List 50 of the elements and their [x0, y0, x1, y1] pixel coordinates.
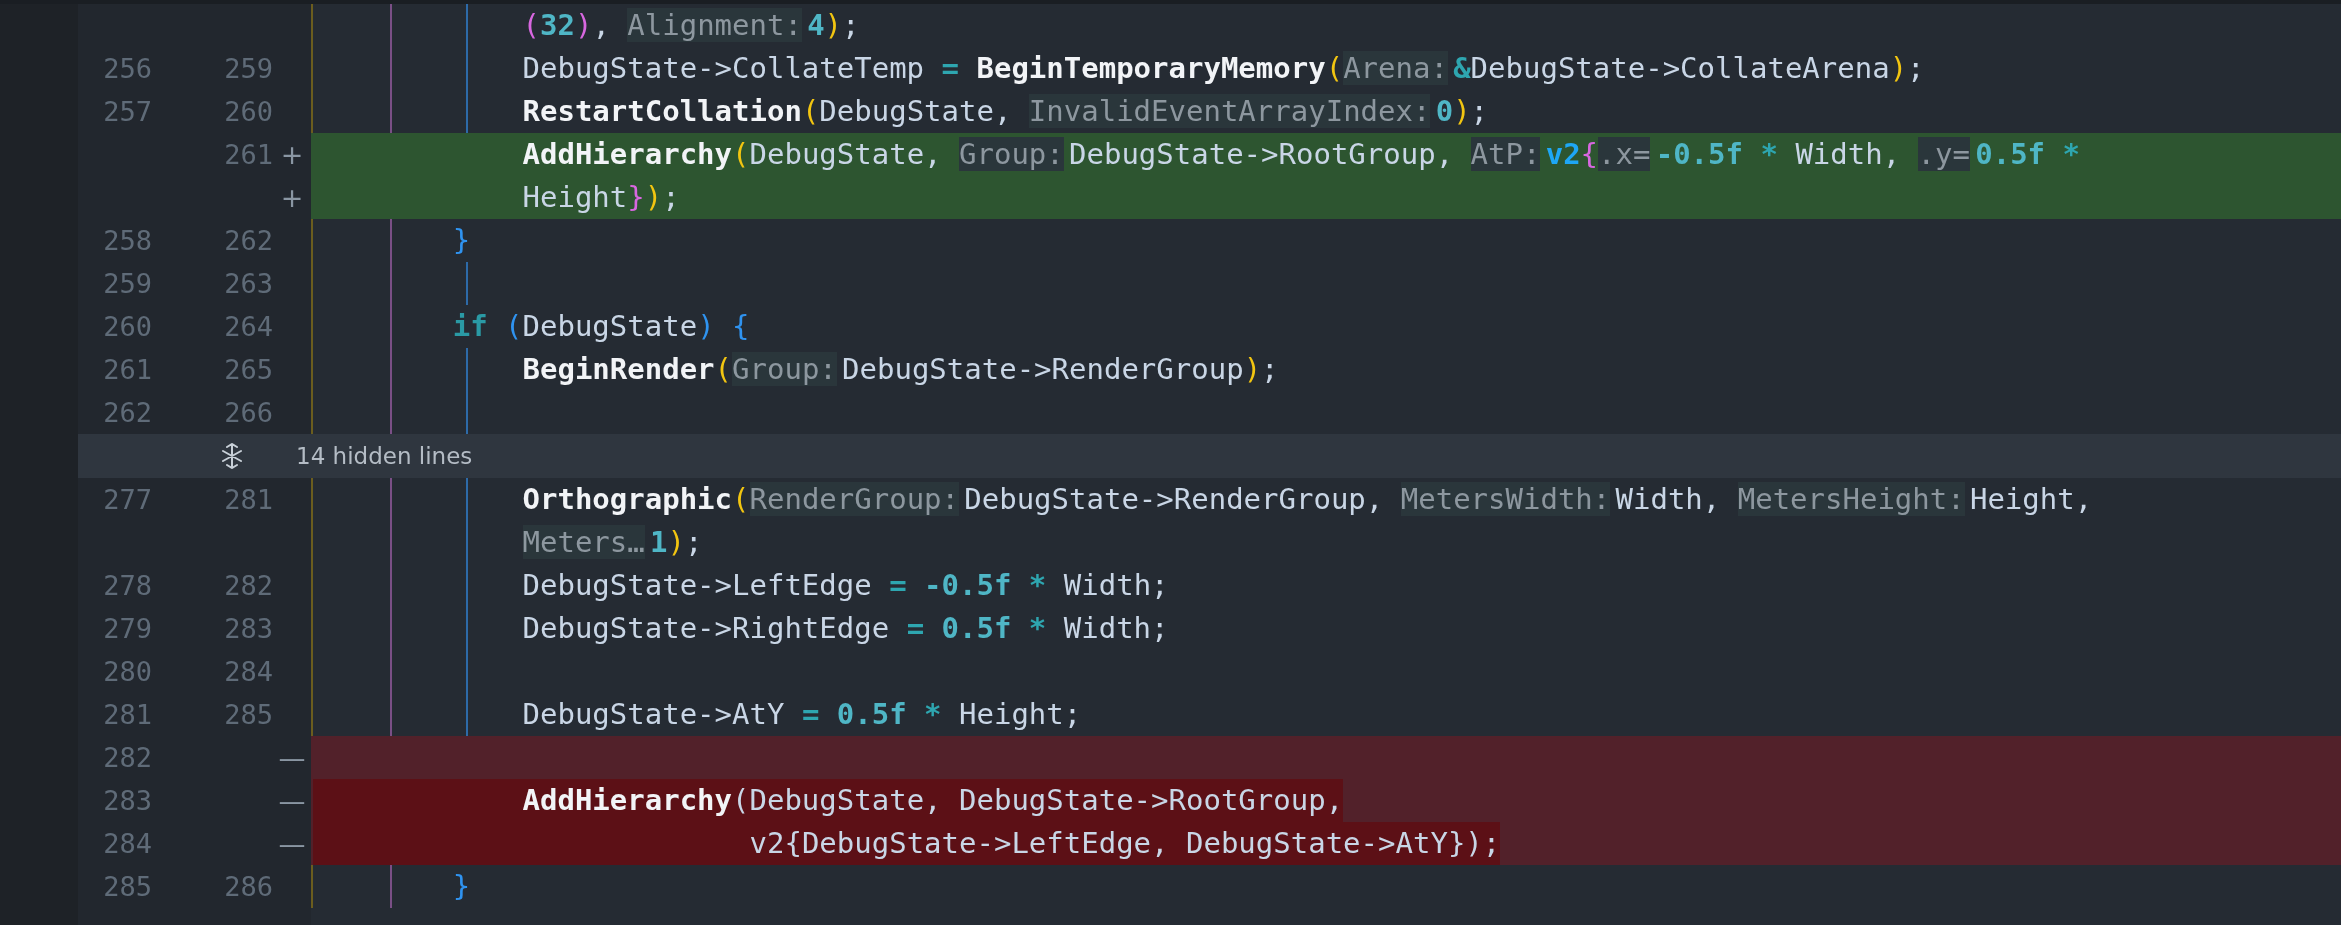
diff-marker: + [280, 139, 304, 170]
diff-marker: — [278, 742, 306, 773]
line-number: 285 [224, 699, 273, 730]
line-number: 284 [224, 656, 273, 687]
line-number: 257 [103, 96, 152, 127]
line-number: 282 [103, 742, 152, 773]
hidden-lines-label[interactable]: 14 hidden lines [296, 443, 473, 469]
line-number: 263 [224, 268, 273, 299]
line-number: 280 [103, 656, 152, 687]
diff-marker: — [278, 785, 306, 816]
line-number: 283 [224, 613, 273, 644]
line-number: 281 [103, 699, 152, 730]
line-number: 261 [224, 139, 273, 170]
line-number: 285 [103, 871, 152, 902]
code-line: Height}); [521, 179, 680, 216]
code-line: (32), Alignment: 4); [521, 7, 860, 44]
line-number: 262 [224, 225, 273, 256]
code-line: AddHierarchy(DebugState, Group: DebugState->RootGroup, AtP: v2{.x= -0.5f * Width, .y= 0.5f * [521, 136, 2080, 173]
line-number: 256 [103, 53, 152, 84]
line-number: 265 [224, 354, 273, 385]
line-number: 264 [224, 311, 273, 342]
line-number: 282 [224, 570, 273, 601]
line-number: 281 [224, 484, 273, 515]
line-number: 283 [103, 785, 152, 816]
code-line: DebugState->LeftEdge = -0.5f * Width; [521, 567, 1169, 604]
code-line: if (DebugState) { [451, 308, 750, 345]
code-line: } [451, 222, 471, 259]
code-line: DebugState->CollateTemp = BeginTemporaryMemory(Arena: &DebugState->CollateArena); [521, 50, 1925, 87]
line-number: 279 [103, 613, 152, 644]
line-number: 266 [224, 397, 273, 428]
line-number: 284 [103, 828, 152, 859]
line-number: 286 [224, 871, 273, 902]
line-number: 261 [103, 354, 152, 385]
line-number: 262 [103, 397, 152, 428]
line-number: 260 [103, 311, 152, 342]
code-line: DebugState->AtY = 0.5f * Height; [521, 696, 1082, 733]
line-number: 258 [103, 225, 152, 256]
line-number: 277 [103, 484, 152, 515]
line-number: 259 [224, 53, 273, 84]
line-number: 278 [103, 570, 152, 601]
code-line: DebugState->RightEdge = 0.5f * Width; [521, 610, 1169, 647]
code-line: } [451, 868, 471, 905]
line-number: 259 [103, 268, 152, 299]
code-line: Orthographic(RenderGroup: DebugState->RenderGroup, MetersWidth: Width, MetersHeight: Height, [521, 481, 2093, 518]
code-line: RestartCollation(DebugState, InvalidEventArrayIndex: 0); [521, 93, 1489, 130]
code-line: BeginRender(Group: DebugState->RenderGroup); [521, 351, 1279, 388]
line-number: 260 [224, 96, 273, 127]
diff-marker: + [280, 182, 304, 213]
diff-marker: — [278, 828, 306, 859]
unfold-icon[interactable] [220, 443, 244, 469]
